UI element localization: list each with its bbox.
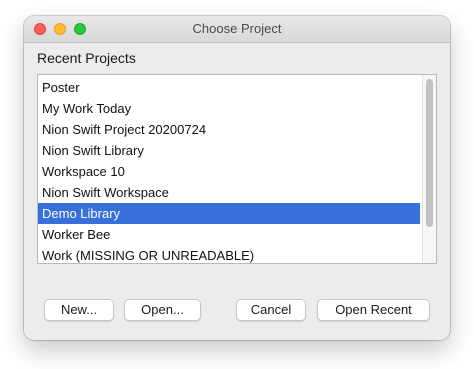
scrollbar-thumb[interactable]: [426, 79, 433, 227]
list-item[interactable]: Nion Swift Library: [38, 140, 420, 161]
open-button[interactable]: Open...: [124, 299, 201, 321]
list-item[interactable]: Nion Swift Project 20200724: [38, 119, 420, 140]
list-item[interactable]: Worker Bee: [38, 224, 420, 245]
vertical-scrollbar[interactable]: [422, 75, 436, 263]
choose-project-dialog: Choose Project Recent Projects Poster My…: [24, 16, 450, 340]
list-item[interactable]: Workspace 10: [38, 161, 420, 182]
new-button[interactable]: New...: [44, 299, 114, 321]
title-bar: Choose Project: [24, 16, 450, 43]
list-item[interactable]: Demo Library: [38, 203, 420, 224]
recent-projects-label: Recent Projects: [37, 50, 136, 66]
list-item[interactable]: My Work Today: [38, 98, 420, 119]
list-item[interactable]: Poster: [38, 77, 420, 98]
list-item[interactable]: Nion Swift Workspace: [38, 182, 420, 203]
recent-projects-list[interactable]: Poster My Work Today Nion Swift Project …: [37, 74, 437, 264]
open-recent-button[interactable]: Open Recent: [317, 299, 430, 321]
cancel-button[interactable]: Cancel: [236, 299, 306, 321]
window-title: Choose Project: [192, 21, 282, 36]
list-item[interactable]: Work (MISSING OR UNREADABLE): [38, 245, 420, 263]
